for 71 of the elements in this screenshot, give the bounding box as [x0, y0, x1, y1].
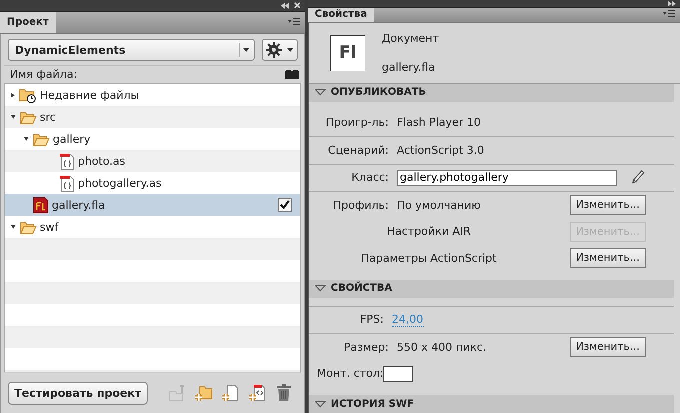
new-file-icon[interactable]: [222, 384, 240, 402]
tree-row[interactable]: gallery.fla: [5, 194, 300, 216]
property-label: Размер:: [343, 340, 389, 354]
edit-button[interactable]: Изменить...: [570, 248, 646, 268]
folder-clock-icon: [19, 86, 37, 104]
expanded-arrow-icon[interactable]: [11, 115, 16, 119]
expanded-arrow-icon: [315, 400, 326, 408]
document-name: gallery.fla: [382, 60, 436, 74]
property-label: Профиль:: [332, 198, 389, 212]
tree-row[interactable]: photogallery.as: [5, 172, 300, 194]
edit-button[interactable]: Изменить...: [570, 337, 646, 358]
dropdown-arrow-icon: [287, 48, 294, 52]
script-file-icon: [59, 152, 75, 170]
class-field[interactable]: gallery.photogallery: [397, 170, 617, 186]
property-value: ActionScript 3.0: [397, 144, 484, 157]
tree-row[interactable]: swf: [5, 216, 300, 238]
panel-menu-icon[interactable]: [288, 18, 300, 27]
pencil-icon[interactable]: [631, 170, 645, 186]
expanded-arrow-icon: [315, 89, 326, 96]
property-label: Класс:: [350, 171, 389, 184]
project-dropdown[interactable]: DynamicElements: [8, 39, 255, 61]
new-script-icon[interactable]: [249, 384, 267, 402]
close-icon[interactable]: [294, 2, 301, 9]
panel-tab[interactable]: Свойства: [308, 8, 374, 22]
tree-row[interactable]: photo.as: [5, 150, 300, 172]
expanded-arrow-icon: [315, 285, 326, 292]
expanded-arrow-icon[interactable]: [11, 225, 16, 229]
script-file-icon: [59, 174, 75, 192]
tree-row[interactable]: gallery: [5, 128, 300, 150]
file-name: gallery: [53, 132, 91, 146]
panel-tab[interactable]: Проект: [0, 12, 56, 33]
section-header[interactable]: ИСТОРИЯ SWF: [309, 395, 674, 413]
open-folder-icon: [33, 132, 50, 146]
expanded-arrow-icon[interactable]: [24, 137, 29, 141]
toggle-icon[interactable]: [285, 70, 299, 79]
dropdown-arrow-icon: [242, 48, 250, 52]
property-value: 550 x 400 пикс.: [397, 340, 487, 354]
tree-row[interactable]: Недавние файлы: [5, 84, 300, 106]
trash-icon[interactable]: [276, 384, 292, 402]
file-name: photo.as: [78, 154, 126, 168]
property-label: FPS:: [359, 313, 384, 326]
gear-icon: [266, 42, 282, 58]
property-label: Настройки AIR: [386, 225, 472, 238]
property-label: Проигр-ль:: [324, 116, 389, 130]
panel-menu-icon[interactable]: [663, 10, 675, 20]
settings-button[interactable]: [262, 39, 298, 61]
collapse-icon[interactable]: [281, 2, 289, 8]
open-folder-icon: [20, 220, 37, 234]
property-value: Flash Player 10: [397, 116, 482, 130]
edit-button[interactable]: Изменить...: [570, 195, 646, 216]
property-label: Параметры ActionScript: [360, 252, 498, 265]
color-swatch[interactable]: [383, 366, 413, 382]
file-name: swf: [40, 220, 59, 234]
document-type: Документ: [382, 32, 440, 44]
document-icon: Fl: [330, 34, 365, 70]
test-project-button[interactable]: Тестировать проект: [8, 382, 148, 404]
new-folder-icon[interactable]: [195, 384, 213, 402]
property-value: По умолчанию: [397, 198, 481, 212]
checkbox[interactable]: [278, 198, 292, 212]
tree-row[interactable]: src: [5, 106, 300, 128]
flash-file-icon: [33, 196, 49, 214]
column-header: Имя файла:: [10, 68, 78, 81]
file-name: photogallery.as: [78, 176, 162, 190]
section-header[interactable]: ОПУБЛИКОВАТЬ: [309, 84, 674, 102]
section-header[interactable]: СВОЙСТВА: [309, 280, 674, 298]
collapsed-arrow-icon[interactable]: [11, 92, 15, 98]
open-folder-icon: [20, 110, 37, 124]
file-name: Недавние файлы: [40, 88, 140, 102]
file-name: src: [40, 110, 56, 124]
property-label: Сценарий:: [327, 144, 389, 157]
file-name: gallery.fla: [52, 198, 106, 212]
